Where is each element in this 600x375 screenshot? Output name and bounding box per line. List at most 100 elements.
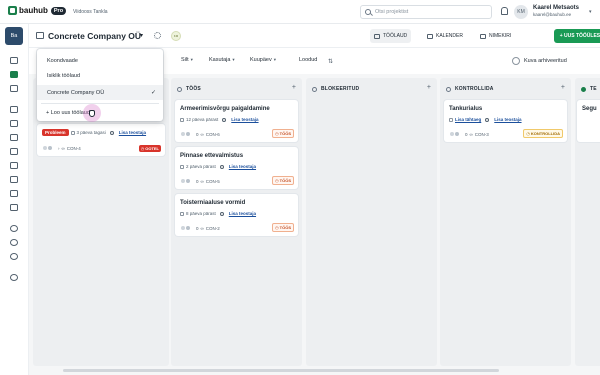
- refresh-icon[interactable]: [10, 253, 18, 260]
- user-email: kaarel@bauhub.ee: [533, 12, 572, 17]
- card-meta: Lisa tähtaeg Lisa teostaja: [449, 117, 522, 122]
- filter-user[interactable]: Kasutaja ▾: [209, 57, 235, 63]
- calendar-icon: [70, 130, 75, 135]
- bell-icon[interactable]: [501, 7, 508, 15]
- menu-item-concrete-company[interactable]: Concrete Company OÜ ✓: [37, 85, 163, 100]
- filter-created[interactable]: Loodud: [299, 57, 317, 63]
- status-label: OOTEL: [145, 146, 159, 151]
- column-first: Probleem 3 päeva tagasi Lisa teostaja › …: [33, 78, 169, 366]
- search-icon: [365, 9, 371, 15]
- calendar-icon: [449, 117, 453, 122]
- workspace-badge[interactable]: Ba: [5, 27, 23, 45]
- task-card[interactable]: Toisterniaaluse vormid 8 päeva pärast Li…: [175, 194, 298, 236]
- task-card[interactable]: Armeerimisvõrgu paigaldamine 12 päeva pä…: [175, 100, 298, 142]
- gear-icon[interactable]: [154, 32, 161, 39]
- add-due-date-link[interactable]: Lisa tähtaeg: [455, 117, 481, 122]
- documents-icon[interactable]: [10, 120, 18, 127]
- card-meta: Probleem 3 päeva tagasi Lisa teostaja: [42, 129, 146, 136]
- horizontal-scrollbar[interactable]: [63, 369, 499, 372]
- user-menu-chevron-icon[interactable]: ▾: [589, 9, 592, 15]
- help-icon[interactable]: [10, 274, 18, 281]
- filter-label[interactable]: Silt ▾: [181, 57, 193, 63]
- task-card[interactable]: Segu: [577, 100, 600, 142]
- calendar-icon: [180, 164, 184, 169]
- task-code: CON-3: [474, 131, 489, 137]
- task-code: CON-5: [205, 178, 220, 184]
- show-archived-toggle[interactable]: [512, 57, 520, 65]
- user-icon: [222, 117, 227, 122]
- avatar: [454, 131, 460, 137]
- member-avatar[interactable]: KM: [171, 31, 181, 41]
- user-icon: [219, 211, 224, 216]
- chart-icon[interactable]: [10, 176, 18, 183]
- tab-board[interactable]: TÖÖLAUD: [370, 29, 412, 43]
- menu-item-personal-board[interactable]: Isiklik töölaud: [37, 68, 163, 83]
- task-card[interactable]: Pinnase ettevalmistus 2 päeva pärast Lis…: [175, 147, 298, 189]
- comment-count: 0: [196, 131, 199, 137]
- comment-count: 0: [465, 131, 468, 137]
- add-card-button[interactable]: +: [561, 84, 565, 91]
- menu-item-overview[interactable]: Koondvaade: [37, 53, 163, 68]
- column-in-progress: TÖÖS + Armeerimisvõrgu paigaldamine 12 p…: [171, 78, 302, 366]
- board-view-icon: [374, 33, 380, 39]
- board-header: Concrete Company OÜ ▾ KM TÖÖLAUD KALENDE…: [29, 24, 600, 48]
- list-icon[interactable]: [10, 85, 18, 92]
- status-label: KONTROLLIDA: [530, 131, 560, 136]
- home-icon[interactable]: [10, 57, 18, 64]
- add-assignee-link[interactable]: Lisa teostaja: [229, 164, 256, 169]
- column-header: BLOKEERITUD: [312, 86, 359, 92]
- filter-user-text: Kasutaja: [209, 57, 231, 63]
- checklist-icon[interactable]: [10, 134, 18, 141]
- card-title: Tankurialus: [449, 106, 483, 112]
- chevron-down-icon[interactable]: ▾: [140, 32, 143, 39]
- card-title: Toisterniaaluse vormid: [180, 200, 246, 206]
- settings-icon[interactable]: [10, 225, 18, 232]
- comment-count: 0: [196, 178, 199, 184]
- clock-icon: ◷: [526, 131, 530, 136]
- user-avatar[interactable]: KM: [514, 5, 528, 19]
- clock-icon: ◷: [275, 225, 279, 230]
- box-icon[interactable]: [10, 148, 18, 155]
- history-icon[interactable]: [10, 239, 18, 246]
- task-code: CON-6: [205, 131, 220, 137]
- filter-date[interactable]: Kuupäev ▾: [250, 57, 276, 63]
- task-card[interactable]: Tankurialus Lisa tähtaeg Lisa teostaja 0…: [444, 100, 567, 142]
- check-icon: ✓: [150, 90, 156, 96]
- add-assignee-link[interactable]: Lisa teostaja: [229, 211, 256, 216]
- card-meta: 8 päeva pärast Lisa teostaja: [180, 211, 256, 216]
- task-code: CON-4: [66, 145, 81, 151]
- tasks-icon[interactable]: [10, 190, 18, 197]
- add-assignee-link[interactable]: Lisa teostaja: [231, 117, 258, 122]
- stack-icon[interactable]: [10, 162, 18, 169]
- column-header: TE: [581, 86, 597, 92]
- add-assignee-link[interactable]: Lisa teostaja: [119, 130, 146, 135]
- add-card-button[interactable]: +: [427, 84, 431, 91]
- search-input[interactable]: Otsi projektist: [360, 5, 492, 19]
- link-icon: ∞: [469, 131, 473, 137]
- new-task-button[interactable]: + UUS TÖÖÜLESANNE: [554, 29, 600, 43]
- problem-tag: Probleem: [42, 129, 69, 136]
- board-title[interactable]: Concrete Company OÜ: [48, 31, 141, 41]
- user-name[interactable]: Kaarel Metsaots: [533, 5, 579, 11]
- board-icon[interactable]: [10, 71, 18, 78]
- status-label: TÖÖS: [279, 225, 291, 230]
- menu-item-label: Isiklik töölaud: [47, 72, 81, 79]
- sort-icon[interactable]: ⇅: [328, 58, 333, 65]
- tab-calendar[interactable]: KALENDER: [423, 29, 467, 43]
- add-assignee-link[interactable]: Lisa teostaja: [494, 117, 521, 122]
- pro-badge: Pro: [50, 6, 67, 15]
- check-icon[interactable]: [10, 204, 18, 211]
- user-icon: [485, 117, 490, 122]
- tools-icon[interactable]: [10, 106, 18, 113]
- chevron-down-icon: ▾: [190, 57, 193, 62]
- status-badge: ◷ OOTEL: [138, 145, 161, 152]
- list-view-icon: [480, 33, 486, 39]
- tab-list[interactable]: NIMEKIRI: [476, 29, 515, 43]
- column-title: KONTROLLIDA: [455, 86, 494, 92]
- task-card[interactable]: Probleem 3 päeva tagasi Lisa teostaja › …: [37, 124, 165, 156]
- calendar-icon: [180, 211, 184, 216]
- status-dot-icon: [312, 86, 317, 92]
- logo[interactable]: bauhub Pro: [8, 6, 67, 15]
- add-card-button[interactable]: +: [292, 84, 296, 91]
- calendar-icon: [180, 117, 184, 122]
